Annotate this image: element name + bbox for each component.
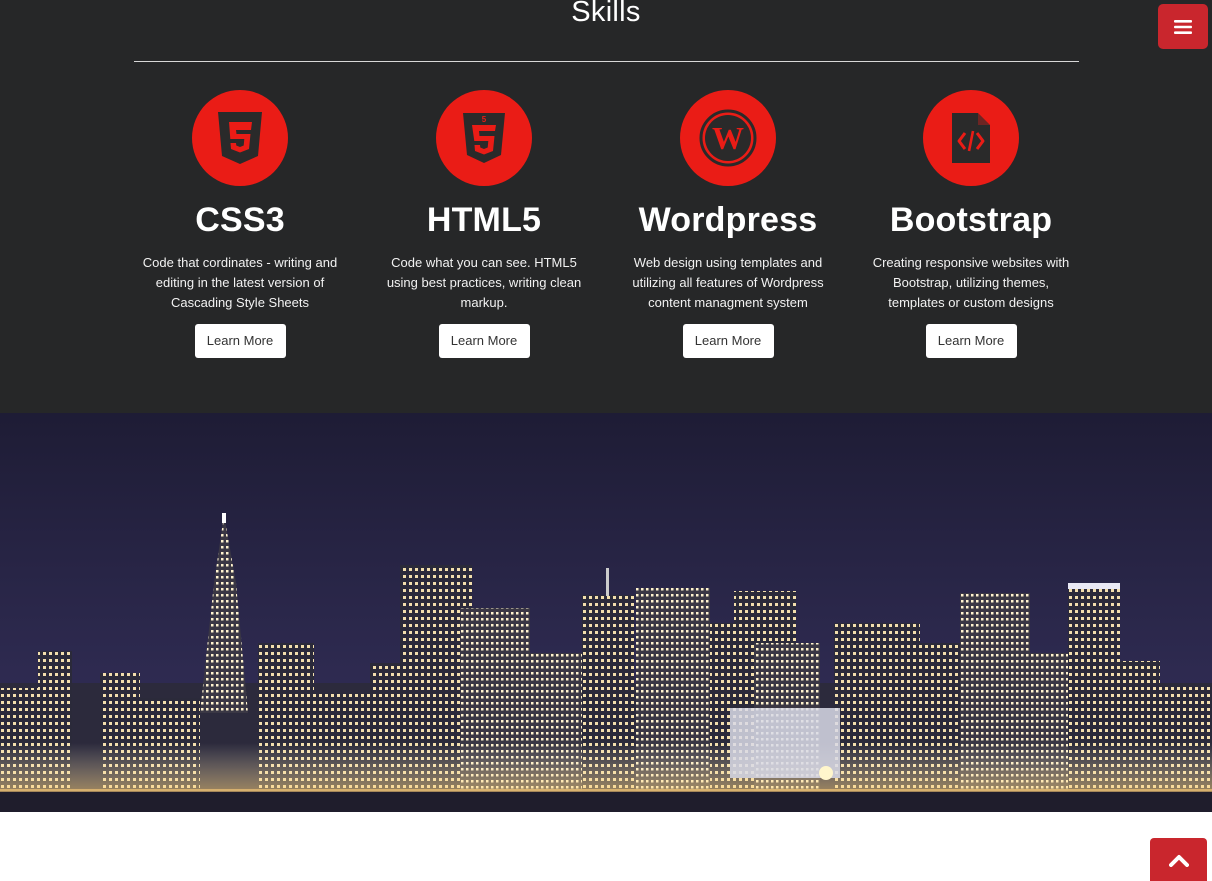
learn-more-button[interactable]: Learn More: [438, 324, 530, 358]
skill-card-css3: CSS3 Code that cordinates - writing and …: [135, 90, 345, 358]
skill-card-wordpress: W Wordpress Web design using templates a…: [623, 90, 833, 358]
skill-title: Wordpress: [638, 201, 818, 239]
learn-more-button[interactable]: Learn More: [925, 324, 1017, 358]
skill-description: Web design using templates and utilizing…: [632, 255, 824, 310]
wordpress-icon: W: [680, 90, 776, 186]
css3-icon: [192, 90, 288, 186]
learn-more-button[interactable]: Learn More: [682, 324, 774, 358]
skill-card-bootstrap: Bootstrap Creating responsive websites w…: [866, 90, 1076, 358]
svg-text:W: W: [712, 120, 744, 156]
hamburger-icon: [1174, 19, 1192, 34]
skill-description: Code what you can see. HTML5 using best …: [386, 255, 582, 310]
html5-icon: 5: [436, 90, 532, 186]
svg-text:5: 5: [482, 115, 487, 124]
chevron-up-icon: [1168, 854, 1189, 867]
skill-title: CSS3: [195, 201, 285, 239]
scroll-top-button[interactable]: [1150, 838, 1207, 881]
city-skyline-image: [0, 413, 1212, 812]
code-file-icon: [923, 90, 1019, 186]
section-divider: [134, 61, 1079, 62]
skills-section: Skills CSS3 Code that cordinates - writi…: [0, 0, 1212, 413]
skill-card-html5: 5 HTML5 Code what you can see. HTML5 usi…: [379, 90, 589, 358]
skill-description: Creating responsive websites with Bootst…: [872, 255, 1070, 310]
section-title: Skills: [571, 0, 641, 28]
menu-button[interactable]: [1158, 4, 1208, 49]
skill-description: Code that cordinates - writing and editi…: [142, 255, 338, 310]
skill-title: Bootstrap: [889, 201, 1053, 239]
learn-more-button[interactable]: Learn More: [194, 324, 286, 358]
skill-title: HTML5: [426, 201, 542, 239]
